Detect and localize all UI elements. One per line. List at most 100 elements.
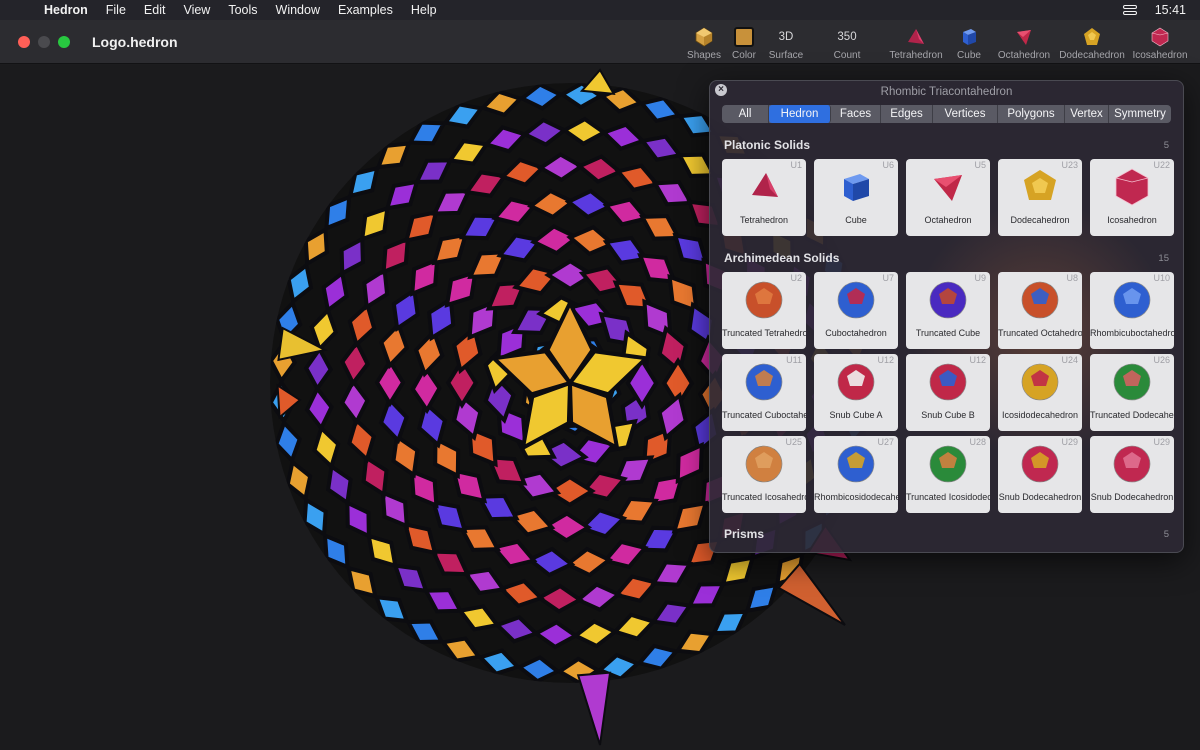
menu-window[interactable]: Window: [276, 3, 320, 17]
tab-edges[interactable]: Edges: [881, 105, 933, 123]
shape-code: U1: [790, 160, 802, 170]
polyhedron-thumbnail-icon: [1111, 436, 1153, 492]
menu-examples[interactable]: Examples: [338, 3, 393, 17]
polyhedron-thumbnail-icon: [1019, 159, 1061, 215]
polyhedron-thumbnail-icon: [1111, 272, 1153, 328]
shape-code: U22: [1153, 160, 1170, 170]
tab-hedron[interactable]: Hedron: [769, 105, 831, 123]
shape-library-panel: × Rhombic Triacontahedron All Hedron Fac…: [709, 80, 1184, 553]
shape-name: Truncated Tetrahedron: [722, 328, 806, 338]
shape-card[interactable]: U12 Snub Cube B: [906, 354, 990, 431]
surface-tool[interactable]: 3D Surface: [764, 20, 808, 64]
tetrahedron-tool[interactable]: Tetrahedron: [886, 20, 946, 64]
polyhedron-thumbnail-icon: [743, 272, 785, 328]
shape-card[interactable]: U2 Truncated Tetrahedron: [722, 272, 806, 349]
shape-card[interactable]: U22 Icosahedron: [1090, 159, 1174, 236]
cube-tool[interactable]: Cube: [946, 20, 992, 64]
shape-card[interactable]: U8 Truncated Octahedron: [998, 272, 1082, 349]
menu-help[interactable]: Help: [411, 3, 437, 17]
tab-polygons[interactable]: Polygons: [998, 105, 1065, 123]
tab-all[interactable]: All: [722, 105, 769, 123]
shape-code: U6: [882, 160, 894, 170]
section-prisms-header: Prisms 5: [710, 527, 1183, 541]
close-window-button[interactable]: [18, 35, 30, 48]
shape-code: U24: [1061, 355, 1078, 365]
panel-close-icon[interactable]: ×: [715, 84, 727, 96]
shape-card[interactable]: U29 Snub Dodecahedron: [1090, 436, 1174, 513]
minimize-window-button[interactable]: [38, 35, 50, 48]
panel-title: Rhombic Triacontahedron: [880, 86, 1013, 98]
icosahedron-icon: [1150, 26, 1170, 48]
shape-card[interactable]: U23 Dodecahedron: [998, 159, 1082, 236]
shape-card[interactable]: U1 Tetrahedron: [722, 159, 806, 236]
zoom-window-button[interactable]: [58, 35, 70, 48]
shape-name: Truncated Icosidodecahedron: [906, 492, 990, 502]
shape-card[interactable]: U24 Icosidodecahedron: [998, 354, 1082, 431]
shape-name: Dodecahedron: [1010, 215, 1070, 225]
menu-file[interactable]: File: [106, 3, 126, 17]
count-tool[interactable]: 350 Count: [808, 20, 886, 64]
color-tool[interactable]: Color: [724, 20, 764, 64]
shape-name: Rhombicuboctahedron: [1090, 328, 1174, 338]
shape-card[interactable]: U10 Rhombicuboctahedron: [1090, 272, 1174, 349]
document-title: Logo.hedron: [92, 33, 178, 50]
menu-tools[interactable]: Tools: [228, 3, 257, 17]
shape-name: Snub Dodecahedron: [998, 492, 1082, 502]
shape-card[interactable]: U27 Rhombicosidodecahedron: [814, 436, 898, 513]
tab-vertices[interactable]: Vertices: [933, 105, 998, 123]
shape-code: U9: [974, 273, 986, 283]
polyhedron-thumbnail-icon: [1019, 354, 1061, 410]
spike-face: [579, 68, 616, 96]
section-title: Platonic Solids: [724, 138, 811, 152]
shape-card[interactable]: U11 Truncated Cuboctahedron: [722, 354, 806, 431]
shape-code: U7: [882, 273, 894, 283]
count-label: Count: [833, 50, 861, 61]
shape-card[interactable]: U7 Cuboctahedron: [814, 272, 898, 349]
color-swatch-icon: [734, 26, 754, 48]
control-center-icon[interactable]: [1122, 5, 1137, 15]
menu-view[interactable]: View: [183, 3, 210, 17]
shape-code: U25: [785, 437, 802, 447]
shape-card[interactable]: U28 Truncated Icosidodecahedron: [906, 436, 990, 513]
tab-vertex[interactable]: Vertex: [1065, 105, 1109, 123]
shape-code: U10: [1153, 273, 1170, 283]
menu-clock[interactable]: 15:41: [1155, 3, 1186, 17]
shape-card[interactable]: U5 Octahedron: [906, 159, 990, 236]
section-archimedean-header: Archimedean Solids 15: [710, 251, 1183, 265]
shape-card[interactable]: U29 Snub Dodecahedron: [998, 436, 1082, 513]
shapes-tool[interactable]: Shapes: [684, 20, 724, 64]
polyhedron-thumbnail-icon: [927, 354, 969, 410]
shape-card[interactable]: U6 Cube: [814, 159, 898, 236]
tetrahedron-icon: [906, 26, 926, 48]
section-count: 15: [1158, 252, 1169, 264]
surface-value: 3D: [778, 31, 794, 43]
icosahedron-tool[interactable]: Icosahedron: [1128, 20, 1192, 64]
dodecahedron-icon: [1082, 26, 1102, 48]
shape-name: Cuboctahedron: [825, 328, 887, 338]
shape-card[interactable]: U26 Truncated Dodecahedron: [1090, 354, 1174, 431]
archimedean-grid: U2 Truncated Tetrahedron U7 Cuboctahedron U9…: [710, 272, 1183, 513]
tab-faces[interactable]: Faces: [831, 105, 881, 123]
polyhedron-thumbnail-icon: [744, 159, 784, 215]
dodecahedron-tool[interactable]: Dodecahedron: [1056, 20, 1128, 64]
cube-label: Cube: [957, 50, 981, 61]
shape-name: Icosidodecahedron: [1001, 410, 1079, 420]
platonic-grid: U1 Tetrahedron U6 Cube U5 Octahedron U23 Dodeca…: [710, 159, 1183, 236]
menu-app-name[interactable]: Hedron: [44, 3, 88, 17]
shape-code: U23: [1061, 160, 1078, 170]
shape-card[interactable]: U9 Truncated Cube: [906, 272, 990, 349]
panel-tab-bar: All Hedron Faces Edges Vertices Polygons…: [722, 105, 1171, 123]
dodecahedron-label: Dodecahedron: [1059, 50, 1125, 61]
octahedron-tool[interactable]: Octahedron: [992, 20, 1056, 64]
shape-card[interactable]: U25 Truncated Icosahedron: [722, 436, 806, 513]
shape-name: Truncated Octahedron: [998, 328, 1082, 338]
shape-name: Octahedron: [924, 215, 972, 225]
shapes-label: Shapes: [687, 50, 721, 61]
shape-card[interactable]: U12 Snub Cube A: [814, 354, 898, 431]
rhombus-face: [403, 209, 439, 244]
rhombus-face: [346, 565, 378, 599]
count-value: 350: [837, 31, 857, 43]
panel-header: × Rhombic Triacontahedron: [710, 81, 1183, 103]
tab-symmetry[interactable]: Symmetry: [1109, 105, 1171, 123]
menu-edit[interactable]: Edit: [144, 3, 166, 17]
